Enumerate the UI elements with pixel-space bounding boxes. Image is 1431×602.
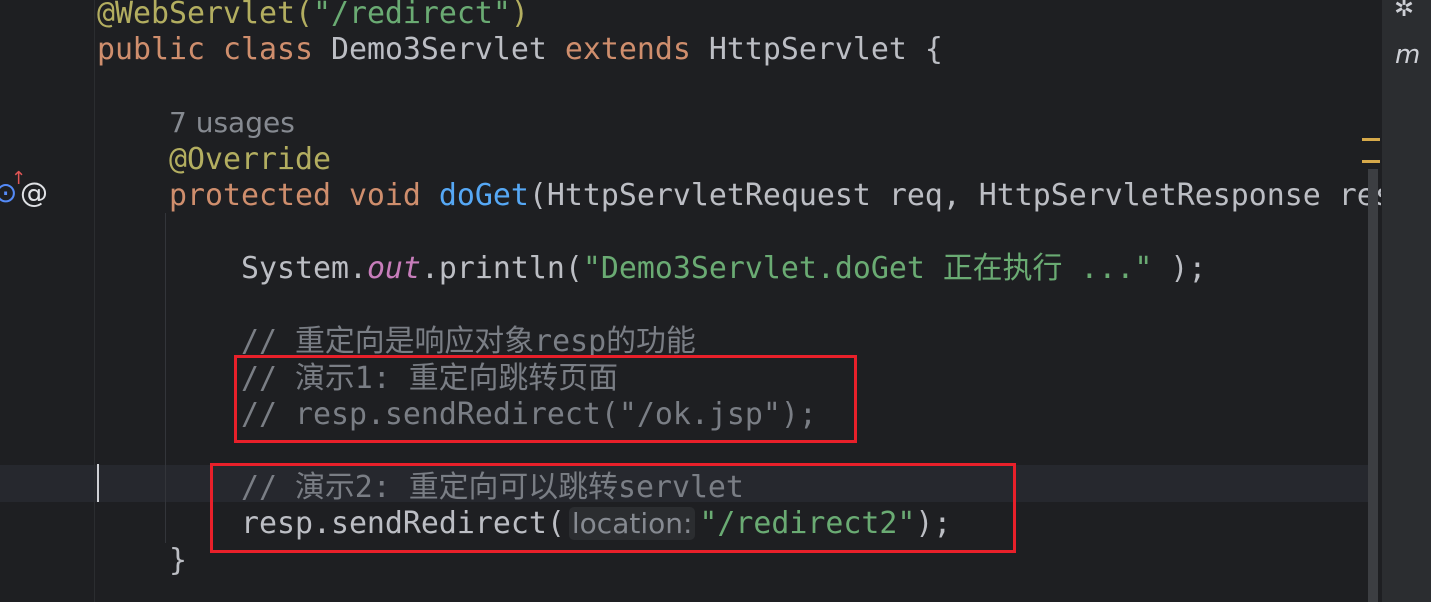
code-token: out [366, 251, 421, 287]
code-token: public class [97, 32, 331, 68]
text-caret [97, 464, 99, 502]
warning-marker[interactable] [1362, 138, 1380, 141]
code-line[interactable]: protected void doGet(HttpServletRequest … [97, 178, 1411, 214]
code-line[interactable]: @WebServlet("/redirect") [97, 0, 529, 32]
usages-hint[interactable]: 7 usages [169, 106, 295, 139]
code-token: } [97, 542, 187, 578]
code-token: ); [1152, 251, 1207, 287]
code-token: System. [97, 251, 367, 287]
code-token: @WebServlet( [97, 0, 313, 31]
code-token: extends [564, 32, 709, 68]
code-token: HttpServlet { [708, 32, 943, 68]
code-line[interactable]: } [97, 543, 187, 579]
code-token: "/redirect" [312, 0, 511, 31]
right-tool-panel: ✲ m [1381, 0, 1431, 602]
code-token: "Demo3Servlet.doGet 正在执行 ..." [582, 251, 1153, 287]
code-token: // 重定向是响应对象resp的功能 [240, 324, 696, 360]
code-token: ) [510, 0, 529, 31]
code-line[interactable]: @Override [97, 142, 331, 178]
highlight-box-demo2 [210, 463, 1016, 553]
code-line[interactable]: 7 usages [97, 105, 295, 141]
code-token: .println( [420, 251, 583, 287]
code-token: doGet [438, 178, 529, 214]
code-line[interactable]: public class Demo3Servlet extends HttpSe… [97, 32, 943, 68]
at-annotation-icon[interactable]: @ [20, 176, 48, 209]
ai-assistant-icon[interactable]: ✲ [1394, 0, 1414, 22]
code-line[interactable]: System.out.println("Demo3Servlet.doGet 正… [97, 251, 1206, 287]
code-token: @Override [168, 141, 331, 177]
code-token: (HttpServletRequest req, HttpServletResp… [528, 178, 1411, 214]
warning-marker[interactable] [1362, 160, 1380, 163]
code-token: Demo3Servlet [330, 32, 565, 68]
maven-icon[interactable]: m [1395, 40, 1420, 70]
highlight-box-demo1 [234, 355, 857, 443]
vertical-scrollbar[interactable] [1368, 169, 1378, 602]
gutter-divider [94, 0, 95, 602]
code-token: protected void [168, 178, 439, 214]
